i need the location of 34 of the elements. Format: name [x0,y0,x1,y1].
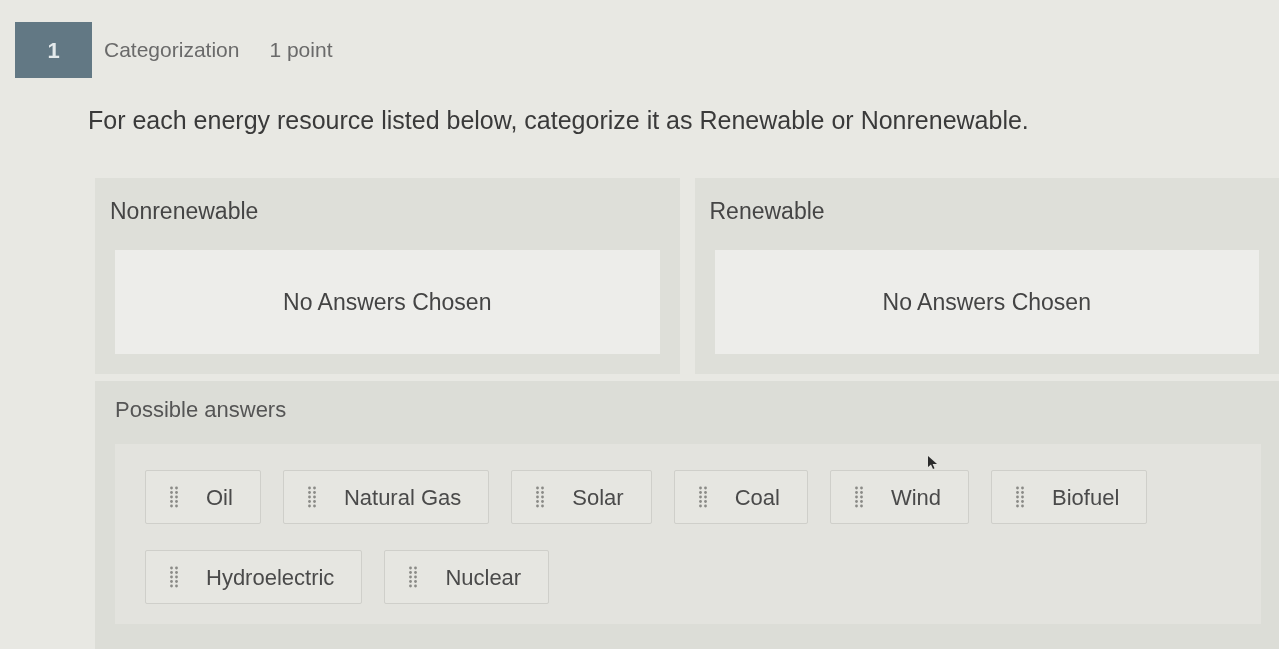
category-title: Nonrenewable [110,196,260,226]
answers-title: Possible answers [115,396,288,424]
answer-label: Biofuel [1052,483,1120,512]
drag-handle-icon [409,566,418,588]
drag-handle-icon [170,566,178,588]
answer-chip[interactable]: Solar [511,470,652,524]
answer-label: Hydroelectric [206,563,335,592]
mouse-pointer-icon [928,456,937,469]
drop-zone[interactable]: No Answers Chosen [115,250,660,354]
answer-chip[interactable]: Coal [673,470,808,524]
question-number: 1 [15,22,92,78]
category-title: Renewable [709,196,826,226]
answer-chip[interactable]: Nuclear [384,550,550,604]
answer-label: Wind [890,483,941,512]
answer-chip[interactable]: Hydroelectric [145,550,363,604]
answer-label: Natural Gas [343,483,462,512]
drag-handle-icon [170,486,178,508]
drag-handle-icon [307,486,316,508]
question-points: 1 point [269,37,333,64]
answer-label: Oil [206,483,233,512]
answer-chip[interactable]: Natural Gas [282,470,490,524]
drag-handle-icon [698,486,707,508]
answer-chip[interactable]: Oil [145,470,261,524]
answer-label: Coal [734,483,780,512]
drag-handle-icon [854,486,863,508]
answer-label: Solar [572,483,624,512]
drag-handle-icon [536,486,545,508]
answer-label: Nuclear [445,563,522,592]
drag-handle-icon [1016,486,1024,508]
answer-chip[interactable]: Wind [829,470,969,524]
question-prompt: For each energy resource listed below, categorize it as Renewable or Nonrenewable. [88,105,1030,136]
question-type: Categorization [104,37,240,64]
answer-chip[interactable]: Biofuel [991,470,1148,524]
drop-zone[interactable]: No Answers Chosen [714,250,1259,354]
